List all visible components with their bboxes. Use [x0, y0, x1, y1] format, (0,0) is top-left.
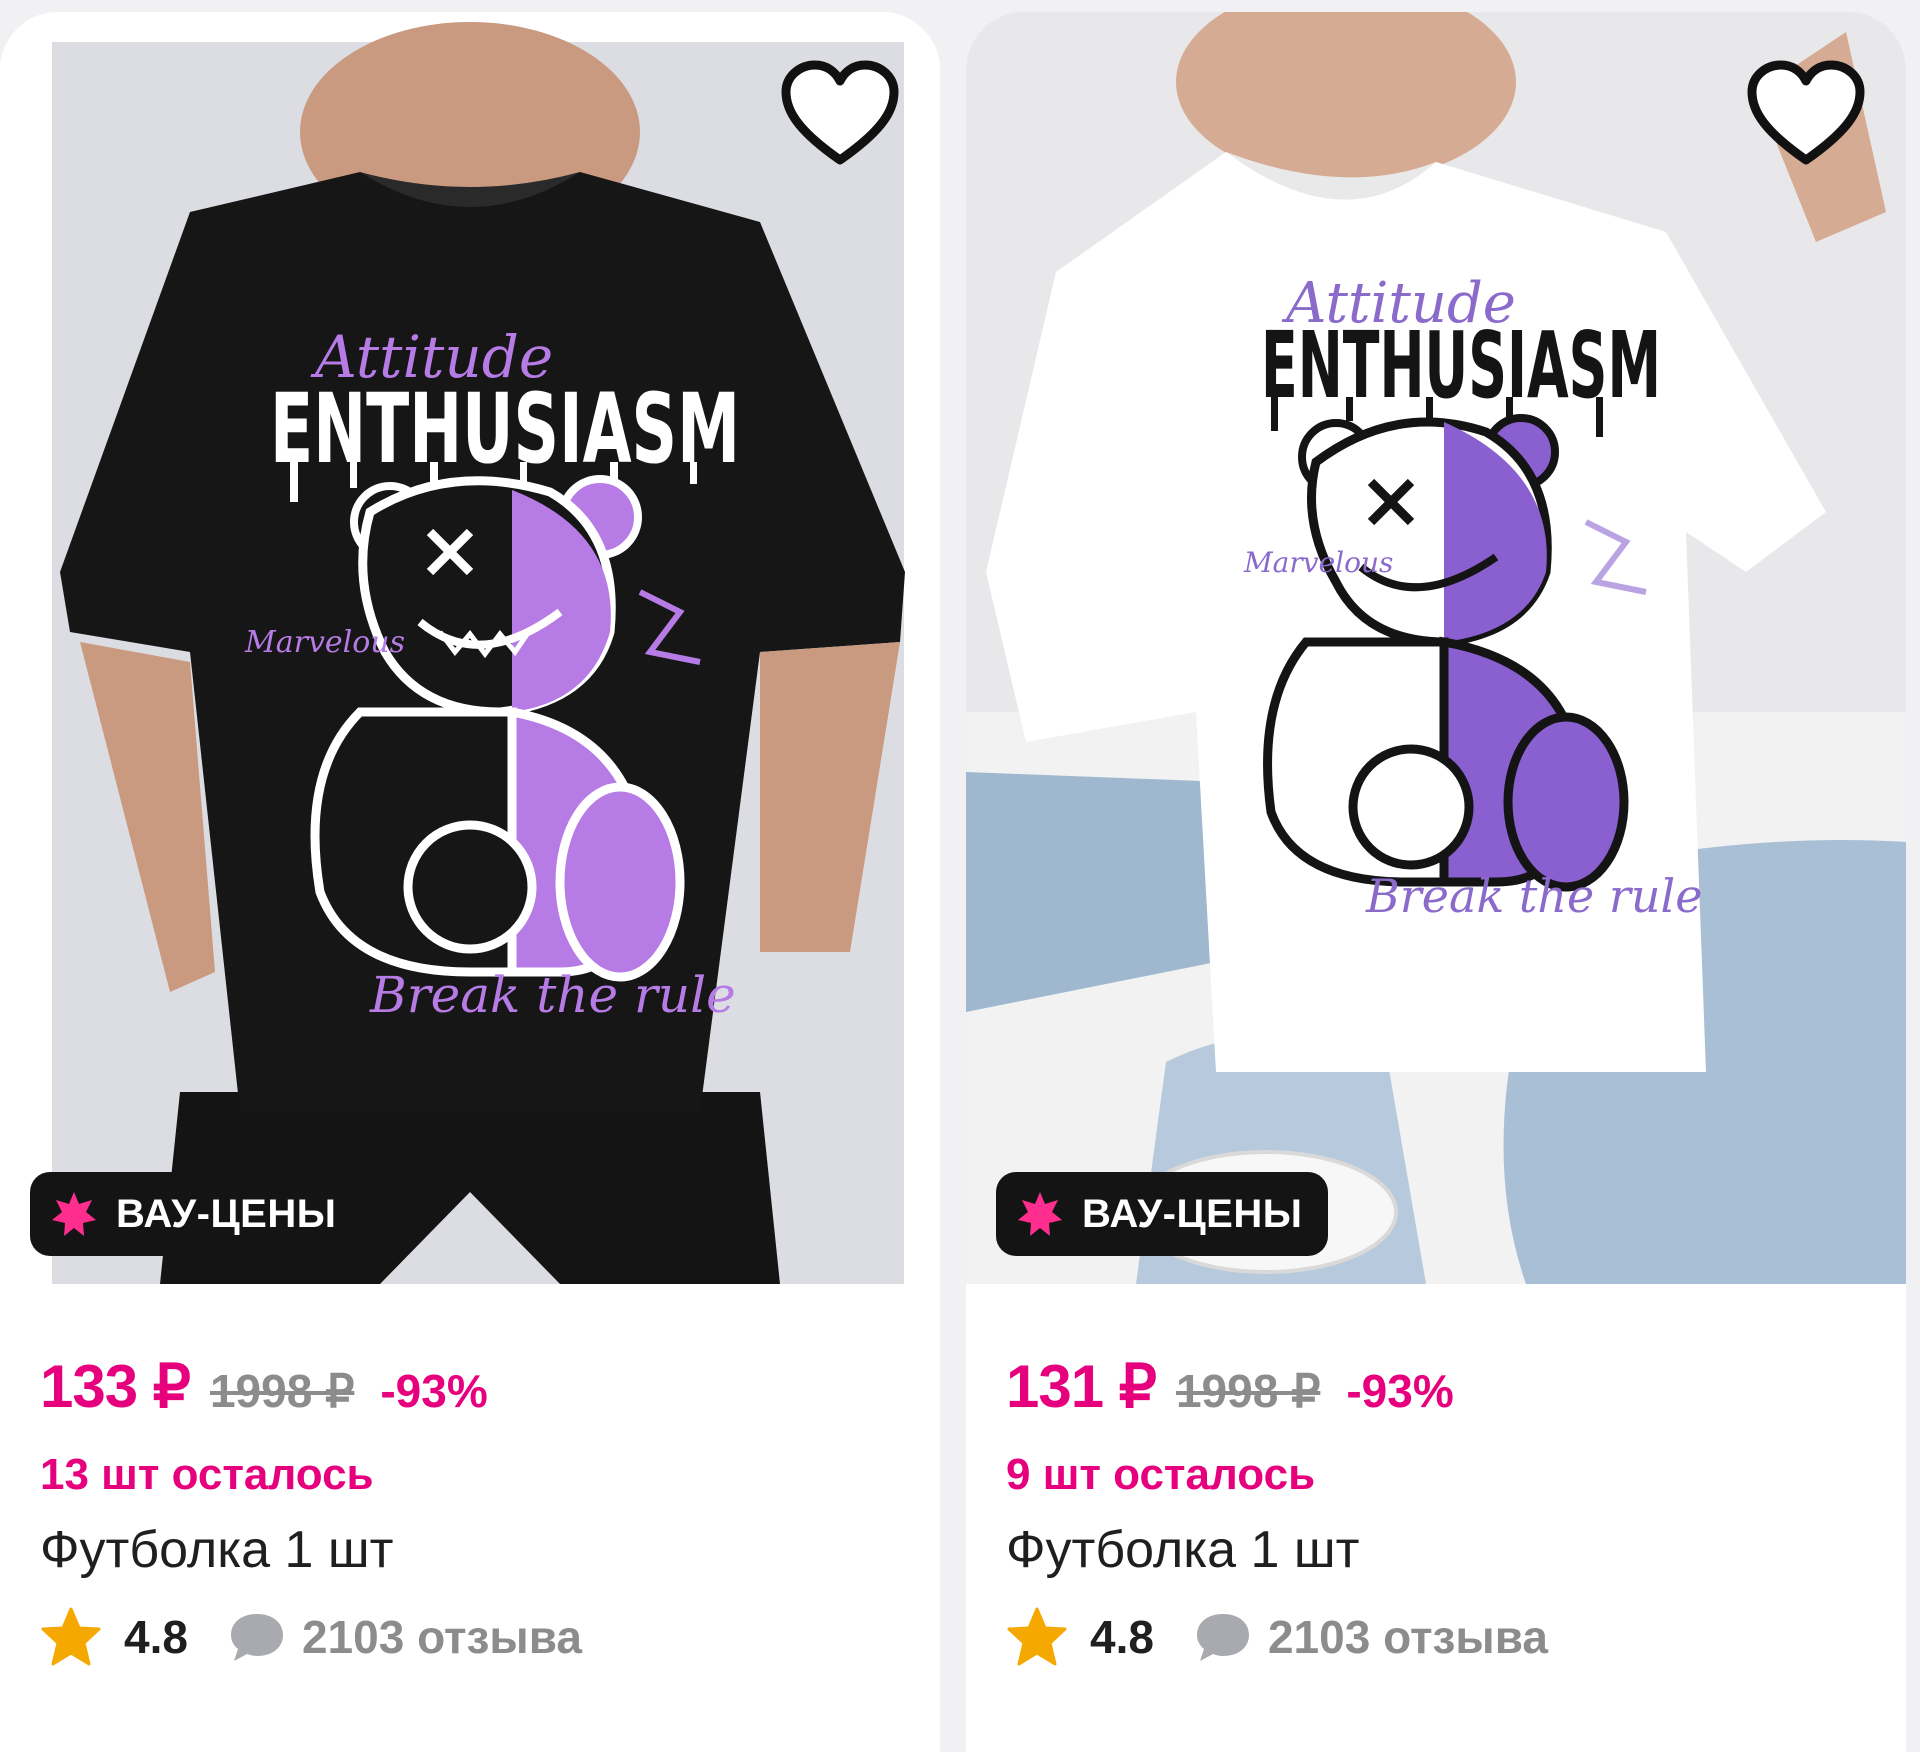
discount-percent: -93%	[380, 1365, 488, 1417]
print-side-word: Marvelous	[1243, 546, 1393, 579]
product-photo-black-tshirt: Attitude ENTHUSIASM Marvelous Break the …	[0, 12, 940, 1284]
discount-percent: -93%	[1346, 1365, 1454, 1417]
reviews-count[interactable]: 2103 отзыва	[1268, 1610, 1548, 1664]
star-icon	[41, 1607, 101, 1666]
promo-badge-label: ВАУ-ЦЕНЫ	[116, 1191, 337, 1236]
rating-value: 4.8	[124, 1611, 188, 1663]
current-price: 133 ₽	[40, 1353, 191, 1420]
promo-badge: ВАУ-ЦЕНЫ	[30, 1172, 363, 1256]
product-title[interactable]: Футболка 1 шт	[1006, 1520, 1886, 1580]
product-image[interactable]: Attitude ENTHUSIASM Marvelous Break the …	[0, 12, 940, 1284]
old-price: 1998 ₽	[209, 1365, 355, 1417]
product-card[interactable]: Attitude ENTHUSIASM Marvelous Break the …	[966, 12, 1906, 1752]
print-bottom-text: Break the rule	[369, 966, 736, 1024]
speech-bubble-icon	[230, 1614, 283, 1661]
old-price: 1998 ₽	[1175, 1365, 1321, 1417]
favorite-heart-icon[interactable]	[1746, 60, 1866, 170]
current-price: 131 ₽	[1006, 1353, 1157, 1420]
product-card[interactable]: Attitude ENTHUSIASM Marvelous Break the …	[0, 12, 940, 1752]
speech-bubble-icon	[1196, 1614, 1249, 1661]
reviews-count[interactable]: 2103 отзыва	[302, 1610, 582, 1664]
product-image[interactable]: Attitude ENTHUSIASM Marvelous Break the …	[966, 12, 1906, 1284]
promo-badge: ВАУ-ЦЕНЫ	[996, 1172, 1329, 1256]
rating-value: 4.8	[1090, 1611, 1154, 1663]
stock-remaining: 13 шт осталось	[40, 1450, 374, 1499]
pink-burst-icon	[52, 1192, 96, 1236]
product-photo-white-tshirt: Attitude ENTHUSIASM Marvelous Break the …	[966, 12, 1906, 1284]
print-headline: ENTHUSIASM	[270, 373, 740, 485]
product-title[interactable]: Футболка 1 шт	[40, 1520, 920, 1580]
promo-badge-label: ВАУ-ЦЕНЫ	[1082, 1191, 1303, 1236]
print-side-word: Marvelous	[244, 625, 405, 660]
print-bottom-text: Break the rule	[1365, 869, 1702, 923]
favorite-heart-icon[interactable]	[780, 60, 900, 170]
pink-burst-icon	[1018, 1192, 1062, 1236]
stock-remaining: 9 шт осталось	[1006, 1450, 1316, 1499]
star-icon	[1007, 1607, 1067, 1666]
